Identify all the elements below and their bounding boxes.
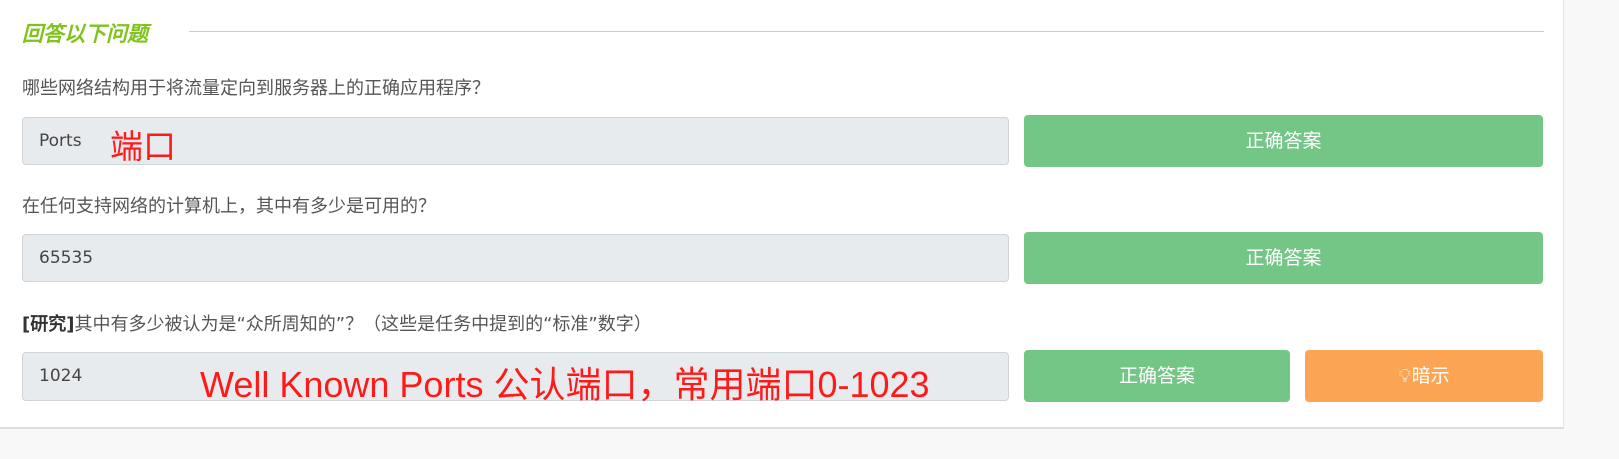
section-title: 回答以下问题 <box>22 22 148 46</box>
hint-button[interactable]: 💡︎暗示 <box>1305 350 1543 402</box>
annotation-1: 端口 <box>110 128 176 165</box>
answer-2-input[interactable]: 65535 <box>22 234 1009 282</box>
title-divider <box>189 31 1544 32</box>
annotation-3: Well Known Ports 公认端口，常用端口0-1023 <box>200 364 930 405</box>
submit-answer-3-button[interactable]: 正确答案 <box>1024 350 1290 402</box>
question-3-text: [研究]其中有多少被认为是“众所周知的”？（这些是任务中提到的“标准”数字） <box>22 310 652 336</box>
question-3-body: 其中有多少被认为是“众所周知的”？（这些是任务中提到的“标准”数字） <box>74 314 652 335</box>
question-2-text: 在任何支持网络的计算机上，其中有多少是可用的？ <box>22 196 436 217</box>
hint-label: 暗示 <box>1411 365 1450 387</box>
submit-answer-2-button[interactable]: 正确答案 <box>1024 232 1543 284</box>
question-card: 回答以下问题 哪些网络结构用于将流量定向到服务器上的正确应用程序？ Ports … <box>0 0 1564 429</box>
lightbulb-icon: 💡︎ <box>1398 365 1412 387</box>
question-1-text: 哪些网络结构用于将流量定向到服务器上的正确应用程序？ <box>22 78 490 99</box>
research-tag: [研究] <box>22 314 75 335</box>
submit-answer-1-button[interactable]: 正确答案 <box>1024 115 1543 167</box>
